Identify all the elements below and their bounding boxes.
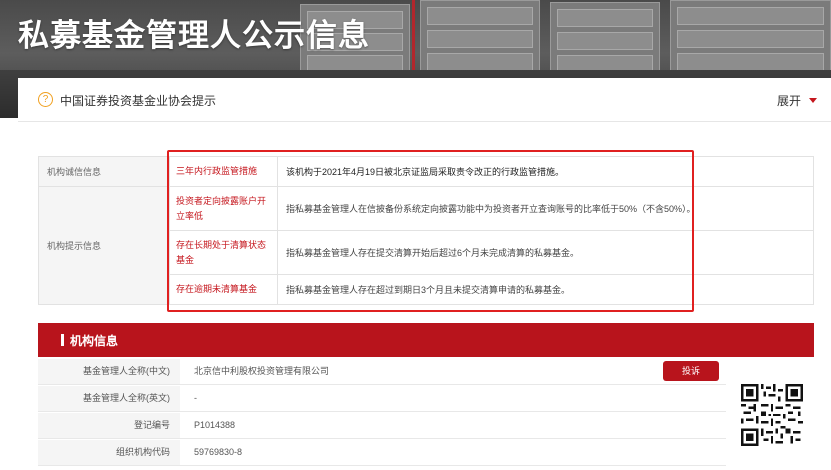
section-bar bbox=[61, 334, 64, 346]
qr-code-icon bbox=[741, 384, 803, 446]
org-info-header: 机构信息 bbox=[38, 323, 814, 357]
row-description: 指私募基金管理人在信披备份系统定向披露功能中为投资者开立查询账号的比率低于50%… bbox=[277, 186, 814, 231]
hints-label: 机构提示信息 bbox=[38, 186, 170, 305]
notice-title: 中国证券投资基金业协会提示 bbox=[60, 94, 217, 108]
page-title: 私募基金管理人公示信息 bbox=[18, 18, 370, 54]
row-description: 指私募基金管理人存在超过到期日3个月且未提交清算申请的私募基金。 bbox=[277, 274, 814, 305]
org-row-key: 登记编号 bbox=[38, 413, 180, 438]
row-item-label: 存在长期处于清算状态基金 bbox=[169, 230, 278, 275]
row-item-label: 投资者定向披露账户开立率低 bbox=[169, 186, 278, 231]
row-item-label: 存在逾期未清算基金 bbox=[169, 274, 278, 305]
row-item-label: 三年内行政监管措施 bbox=[169, 156, 278, 187]
org-row-value: - bbox=[194, 393, 197, 403]
expand-link[interactable]: 展开 bbox=[777, 92, 801, 109]
org-row-key: 基金管理人全称(中文) bbox=[38, 359, 180, 384]
section-title: 机构信息 bbox=[70, 334, 119, 348]
integrity-label: 机构诚信信息 bbox=[38, 156, 170, 187]
org-row-value: 北京信中利股权投资管理有限公司 bbox=[194, 366, 330, 376]
org-row-key: 组织机构代码 bbox=[38, 440, 180, 465]
org-row-english-name: 基金管理人全称(英文) - bbox=[38, 386, 726, 412]
table-row: 机构提示信息 投资者定向披露账户开立率低 指私募基金管理人在信披备份系统定向披露… bbox=[38, 186, 814, 305]
row-description: 指私募基金管理人存在提交清算开始后超过6个月未完成清算的私募基金。 bbox=[277, 230, 814, 275]
caret-down-icon[interactable] bbox=[809, 98, 817, 103]
org-row-value: 59769830-8 bbox=[194, 447, 243, 457]
question-icon: ? bbox=[38, 92, 53, 107]
banner-decoration bbox=[420, 0, 540, 78]
table-row: 机构诚信信息 三年内行政监管措施 该机构于2021年4月19日被北京证监局采取责… bbox=[38, 156, 814, 187]
org-row-chinese-name: 基金管理人全称(中文) 北京信中利股权投资管理有限公司 bbox=[38, 359, 726, 385]
banner-decoration bbox=[550, 2, 660, 78]
org-row-value: P1014388 bbox=[194, 420, 236, 430]
org-row-registration-no: 登记编号 P1014388 bbox=[38, 413, 726, 439]
notice-panel: ? 中国证券投资基金业协会提示 展开 bbox=[18, 78, 831, 122]
org-row-org-code: 组织机构代码 59769830-8 bbox=[38, 440, 726, 466]
banner-decoration bbox=[670, 0, 831, 78]
integrity-table: 机构诚信信息 三年内行政监管措施 该机构于2021年4月19日被北京证监局采取责… bbox=[38, 156, 814, 305]
row-description: 该机构于2021年4月19日被北京证监局采取责令改正的行政监管措施。 bbox=[277, 156, 814, 187]
org-row-key: 基金管理人全称(英文) bbox=[38, 386, 180, 411]
